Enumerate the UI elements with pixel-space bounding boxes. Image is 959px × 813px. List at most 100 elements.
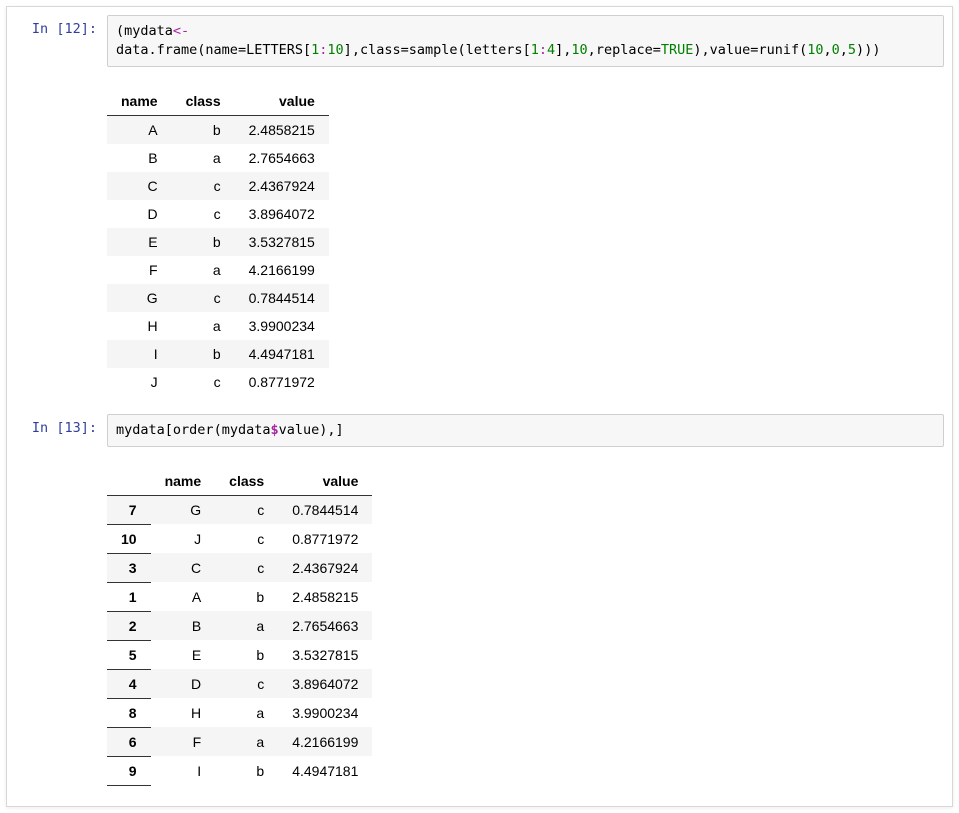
code-token: 0 bbox=[832, 42, 840, 58]
table-row: 6Fa4.2166199 bbox=[107, 727, 372, 756]
table-cell: 4.2166199 bbox=[278, 727, 372, 756]
table-cell: 8 bbox=[107, 698, 151, 727]
table-cell: J bbox=[107, 368, 172, 396]
table-cell: 1 bbox=[107, 582, 151, 611]
table-cell: G bbox=[151, 495, 216, 524]
code-token: 10 bbox=[571, 42, 587, 58]
table-row: 9Ib4.4947181 bbox=[107, 756, 372, 785]
table-cell: c bbox=[172, 368, 235, 396]
code-token: sample bbox=[409, 42, 458, 58]
code-token: 5 bbox=[848, 42, 856, 58]
table-row: Ha3.9900234 bbox=[107, 312, 329, 340]
table-cell: 2.4858215 bbox=[278, 582, 372, 611]
table-cell: 0.8771972 bbox=[235, 368, 329, 396]
prompt-number: 13 bbox=[64, 420, 80, 436]
table-cell: 4.4947181 bbox=[235, 340, 329, 368]
table-cell: c bbox=[215, 524, 278, 553]
table-cell: 7 bbox=[107, 495, 151, 524]
output-cell-12: nameclassvalueAb2.4858215Ba2.7654663Cc2.… bbox=[7, 75, 952, 396]
column-header: name bbox=[107, 87, 172, 116]
table-cell: F bbox=[107, 256, 172, 284]
table-cell: a bbox=[172, 312, 235, 340]
table-cell: G bbox=[107, 284, 172, 312]
table-row: 1Ab2.4858215 bbox=[107, 582, 372, 611]
code-token: 1 bbox=[531, 42, 539, 58]
table-cell: c bbox=[215, 669, 278, 698]
table-cell: b bbox=[215, 756, 278, 785]
prompt-number: 12 bbox=[64, 21, 80, 37]
table-row: 10Jc0.8771972 bbox=[107, 524, 372, 553]
table-cell: 2.7654663 bbox=[235, 144, 329, 172]
code-token: = bbox=[401, 42, 409, 58]
table-row: 4Dc3.8964072 bbox=[107, 669, 372, 698]
column-header: value bbox=[278, 467, 372, 496]
output-cell-13: nameclassvalue7Gc0.784451410Jc0.87719723… bbox=[7, 455, 952, 786]
code-input-13[interactable]: mydata[order(mydata$value),] bbox=[107, 414, 944, 447]
table-row: Ib4.4947181 bbox=[107, 340, 329, 368]
table-cell: E bbox=[107, 228, 172, 256]
table-cell: I bbox=[151, 756, 216, 785]
table-cell: b bbox=[172, 228, 235, 256]
table-row: 2Ba2.7654663 bbox=[107, 611, 372, 640]
table-cell: I bbox=[107, 340, 172, 368]
table-cell: F bbox=[151, 727, 216, 756]
code-token: replace bbox=[596, 42, 653, 58]
column-header bbox=[107, 467, 151, 496]
column-header: name bbox=[151, 467, 216, 496]
table-cell: a bbox=[215, 611, 278, 640]
table-cell: 3.8964072 bbox=[278, 669, 372, 698]
output-area-13: nameclassvalue7Gc0.784451410Jc0.87719723… bbox=[107, 455, 944, 786]
code-token: , bbox=[352, 42, 360, 58]
code-token: ( bbox=[214, 422, 222, 438]
table-cell: D bbox=[107, 200, 172, 228]
table-cell: b bbox=[172, 115, 235, 144]
code-token: <- bbox=[173, 23, 189, 39]
table-cell: 3.8964072 bbox=[235, 200, 329, 228]
code-token: , bbox=[702, 42, 710, 58]
code-token: , bbox=[327, 422, 335, 438]
code-token: [ bbox=[523, 42, 531, 58]
table-cell: 2 bbox=[107, 611, 151, 640]
column-header: class bbox=[172, 87, 235, 116]
output-prompt-12 bbox=[7, 75, 107, 81]
code-token: 4 bbox=[547, 42, 555, 58]
table-cell: a bbox=[172, 144, 235, 172]
table-row: Gc0.7844514 bbox=[107, 284, 329, 312]
code-token: letters bbox=[466, 42, 523, 58]
output-table-12: nameclassvalueAb2.4858215Ba2.7654663Cc2.… bbox=[107, 87, 329, 396]
code-token: value bbox=[710, 42, 751, 58]
table-cell: c bbox=[215, 553, 278, 582]
table-cell: B bbox=[107, 144, 172, 172]
code-token: , bbox=[840, 42, 848, 58]
table-row: 3Cc2.4367924 bbox=[107, 553, 372, 582]
prompt-label: In bbox=[32, 420, 48, 436]
code-token: class bbox=[360, 42, 401, 58]
table-cell: c bbox=[215, 495, 278, 524]
table-row: Cc2.4367924 bbox=[107, 172, 329, 200]
code-token: TRUE bbox=[661, 42, 694, 58]
table-cell: 4.4947181 bbox=[278, 756, 372, 785]
code-token: mydata bbox=[124, 23, 173, 39]
code-token: mydata bbox=[222, 422, 271, 438]
code-token: : bbox=[539, 42, 547, 58]
code-token: [ bbox=[165, 422, 173, 438]
code-token: ) bbox=[693, 42, 701, 58]
table-cell: C bbox=[107, 172, 172, 200]
table-cell: H bbox=[107, 312, 172, 340]
table-cell: D bbox=[151, 669, 216, 698]
table-cell: 0.7844514 bbox=[278, 495, 372, 524]
code-input-12[interactable]: (mydata<-data.frame(name=LETTERS[1:10],c… bbox=[107, 15, 944, 67]
output-area-12: nameclassvalueAb2.4858215Ba2.7654663Cc2.… bbox=[107, 75, 944, 396]
input-prompt-12: In [12]: bbox=[7, 15, 107, 37]
table-row: Ab2.4858215 bbox=[107, 115, 329, 144]
table-cell: 3.5327815 bbox=[278, 640, 372, 669]
table-cell: 2.4367924 bbox=[235, 172, 329, 200]
table-row: 7Gc0.7844514 bbox=[107, 495, 372, 524]
table-cell: 2.4858215 bbox=[235, 115, 329, 144]
output-prompt-13 bbox=[7, 455, 107, 461]
table-cell: a bbox=[215, 727, 278, 756]
table-cell: H bbox=[151, 698, 216, 727]
table-cell: C bbox=[151, 553, 216, 582]
code-token: ) bbox=[872, 42, 880, 58]
code-token: ] bbox=[336, 422, 344, 438]
